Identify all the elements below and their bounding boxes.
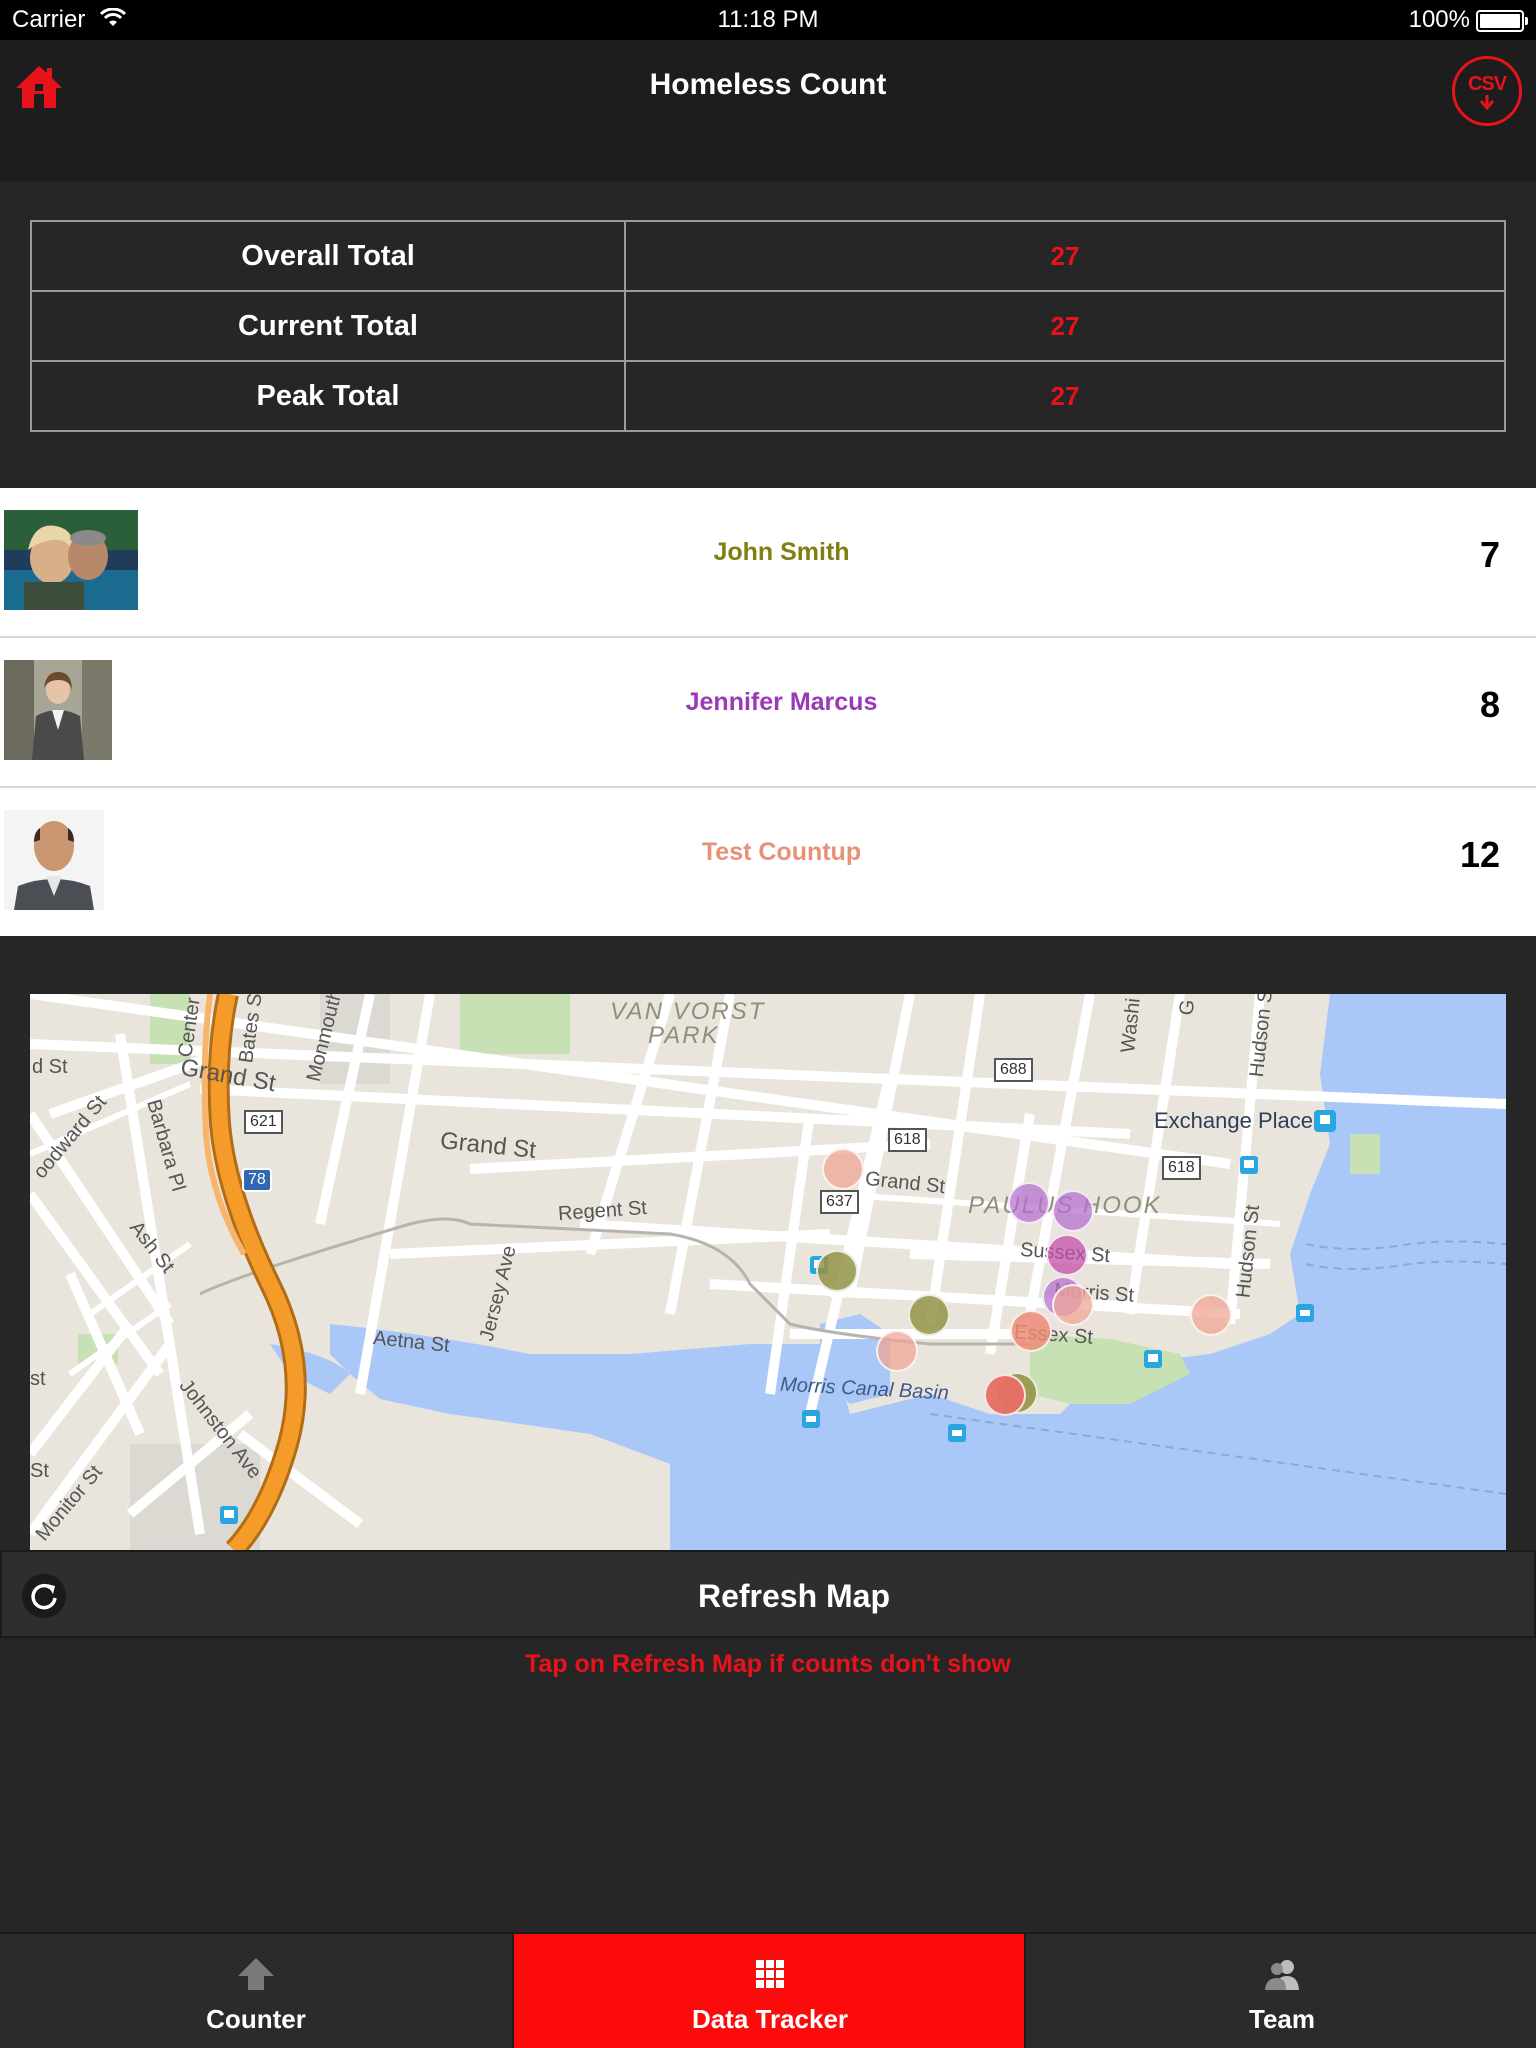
- map-label-park: PARK: [648, 1022, 720, 1049]
- ferry-icon: [802, 1410, 820, 1428]
- team-icon: [1265, 1960, 1299, 1990]
- battery-percent: 100%: [1408, 6, 1470, 33]
- csv-label: CSV: [1467, 73, 1507, 95]
- csv-export-button[interactable]: CSV: [1452, 56, 1522, 126]
- train-station-icon: [1314, 1110, 1336, 1132]
- nav-header: Homeless Count CSV: [0, 40, 1536, 181]
- tab-label: Data Tracker: [691, 2004, 849, 2034]
- map-label-st: St: [30, 1460, 49, 1482]
- route-shield: 618: [1162, 1156, 1201, 1180]
- count-marker[interactable]: [816, 1250, 858, 1292]
- count-marker[interactable]: [1052, 1284, 1094, 1326]
- route-shield: 621: [244, 1110, 283, 1134]
- tab-team[interactable]: Team: [1024, 1934, 1536, 2048]
- map-view[interactable]: Grand St Grand St Grand St Regent St Aet…: [30, 994, 1506, 1550]
- team-list: John Smith 7 Jennifer Marcus 8 Test Coun…: [0, 488, 1536, 936]
- battery-icon: [1476, 10, 1528, 32]
- team-member-name: John Smith: [713, 538, 850, 566]
- transit-icon: [1240, 1156, 1258, 1174]
- arrow-up-icon: [238, 1958, 274, 1990]
- map-label-exchange-place: Exchange Place: [1154, 1108, 1313, 1133]
- interstate-shield: 78: [242, 1168, 272, 1192]
- download-arrow-icon: [1479, 95, 1495, 111]
- team-member-name: Jennifer Marcus: [685, 688, 878, 716]
- tab-label: Team: [1249, 2004, 1315, 2034]
- ferry-icon: [948, 1424, 966, 1442]
- totals-value: 27: [624, 220, 1506, 292]
- totals-label: Peak Total: [30, 360, 626, 432]
- totals-label: Overall Total: [30, 220, 626, 292]
- transit-icon: [220, 1506, 238, 1524]
- status-bar: Carrier 11:18 PM 100%: [0, 0, 1536, 40]
- count-marker[interactable]: [1010, 1310, 1052, 1352]
- team-member-count: 12: [1459, 834, 1500, 875]
- status-time: 11:18 PM: [717, 6, 819, 33]
- totals-row-peak: Peak Total 27: [30, 360, 1506, 432]
- count-marker[interactable]: [876, 1330, 918, 1372]
- totals-value: 27: [624, 290, 1506, 362]
- refresh-map-label: Refresh Map: [697, 1578, 891, 1614]
- route-shield: 618: [888, 1128, 927, 1152]
- map-label-st: st: [30, 1368, 46, 1390]
- tab-label: Counter: [206, 2004, 306, 2034]
- totals-table: Overall Total 27 Current Total 27 Peak T…: [30, 220, 1506, 432]
- team-row-john-smith[interactable]: John Smith 7: [0, 488, 1536, 638]
- totals-value: 27: [624, 360, 1506, 432]
- count-marker[interactable]: [822, 1148, 864, 1190]
- page-title: Homeless Count: [649, 68, 887, 101]
- tab-counter[interactable]: Counter: [0, 1934, 512, 2048]
- grid-icon: [756, 1960, 784, 1988]
- count-marker[interactable]: [1190, 1294, 1232, 1336]
- map-label-d-st: d St: [32, 1056, 68, 1078]
- team-member-name: Test Countup: [701, 838, 862, 866]
- totals-row-overall: Overall Total 27: [30, 220, 1506, 292]
- tab-bar: Counter Data Tracker Team: [0, 1932, 1536, 2048]
- team-row-test-countup[interactable]: Test Countup 12: [0, 788, 1536, 936]
- ferry-icon: [1296, 1304, 1314, 1322]
- map-label-g: G: [1175, 998, 1200, 1017]
- team-member-count: 7: [1479, 534, 1500, 575]
- count-marker[interactable]: [1052, 1190, 1094, 1232]
- tab-data-tracker[interactable]: Data Tracker: [512, 1934, 1024, 2048]
- count-marker[interactable]: [908, 1294, 950, 1336]
- route-shield: 688: [994, 1058, 1033, 1082]
- totals-label: Current Total: [30, 290, 626, 362]
- transit-icon: [1144, 1350, 1162, 1368]
- refresh-hint: Tap on Refresh Map if counts don't show: [524, 1650, 1012, 1678]
- count-marker[interactable]: [1008, 1182, 1050, 1224]
- count-marker[interactable]: [984, 1374, 1026, 1416]
- route-shield: 637: [820, 1190, 859, 1214]
- team-member-count: 8: [1479, 684, 1500, 725]
- count-marker[interactable]: [1046, 1234, 1088, 1276]
- totals-row-current: Current Total 27: [30, 290, 1506, 362]
- team-row-jennifer-marcus[interactable]: Jennifer Marcus 8: [0, 638, 1536, 788]
- refresh-map-button[interactable]: Refresh Map: [0, 1550, 1536, 1638]
